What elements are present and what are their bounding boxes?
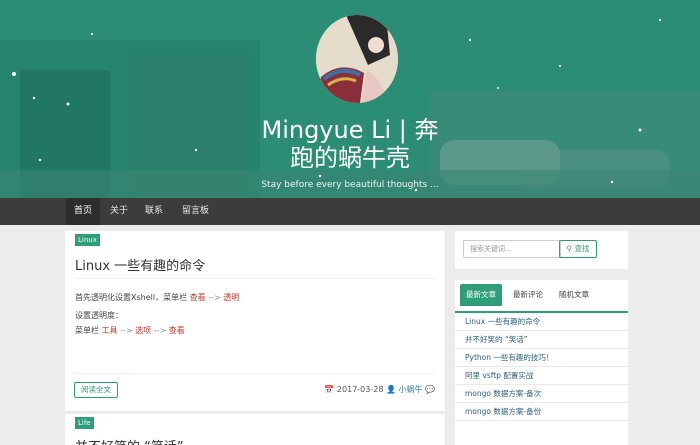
list-item[interactable]: 并不好笑的 “笑话” <box>455 331 628 349</box>
nav-item-home[interactable]: 首页 <box>66 198 101 225</box>
site-subtitle: Stay before every beautiful thoughts ... <box>261 180 439 190</box>
post-category-tag[interactable]: Linux <box>75 234 100 246</box>
excerpt-highlight: 透明 <box>223 293 240 302</box>
list-item[interactable]: mongo 数据方案-备份 <box>455 403 628 421</box>
post-card: Linux Linux 一些有趣的命令 首先透明化设置Xshell，菜单栏 查看… <box>65 231 445 411</box>
footer-divider <box>75 373 435 374</box>
list-item[interactable]: Linux 一些有趣的命令 <box>455 313 628 331</box>
search-button[interactable]: ⚲ 查找 <box>559 240 597 258</box>
excerpt-highlight: 选项 <box>135 326 152 335</box>
post-card-2: Life 并不好笑的 “笑话” <box>65 414 445 445</box>
list-item[interactable]: 阿里 vsftp 配置实战 <box>455 367 628 385</box>
site-header: Mingyue Li | 奔 跑的蜗牛壳 Stay before every b… <box>0 0 700 198</box>
excerpt-highlight: 查看 <box>189 293 206 302</box>
read-more-button[interactable]: 阅读全文 <box>74 382 118 398</box>
post-excerpt-line-1: 首先透明化设置Xshell，菜单栏 查看 --> 透明 <box>75 292 239 303</box>
nav-item-contact[interactable]: 联系 <box>137 198 171 225</box>
tab-random-posts[interactable]: 随机文章 <box>553 284 595 306</box>
post-excerpt-line-3: 菜单栏 工具 --> 选项 --> 查看 <box>75 325 185 336</box>
search-button-label: 查找 <box>574 244 590 253</box>
recent-posts-list: Linux 一些有趣的命令 并不好笑的 “笑话” Python 一些有趣的技巧！… <box>455 313 628 421</box>
excerpt-arrow: --> <box>153 326 167 335</box>
site-title-line-1: Mingyue Li | 奔 <box>261 116 439 144</box>
main-nav: 首页 关于 联系 留言板 <box>0 198 700 225</box>
user-icon: 👤 <box>385 385 396 394</box>
site-title-line-2: 跑的蜗牛壳 <box>290 144 410 172</box>
excerpt-highlight: 查看 <box>168 326 185 335</box>
search-input[interactable]: 搜索关键词... <box>463 240 561 258</box>
tab-latest-comments[interactable]: 最新评论 <box>507 284 549 306</box>
post-title[interactable]: Linux 一些有趣的命令 <box>75 255 205 274</box>
excerpt-text: 首先透明化设置Xshell，菜单栏 <box>75 293 188 302</box>
post-category-tag[interactable]: Life <box>75 417 94 429</box>
title-divider <box>75 278 435 279</box>
nav-item-about[interactable]: 关于 <box>102 198 136 225</box>
search-icon: ⚲ <box>566 244 573 253</box>
post-date: 2017-03-28 <box>336 385 384 394</box>
post-meta: 📅 2017-03-28 👤 小蜗牛 💬 <box>324 384 435 395</box>
tab-latest-posts[interactable]: 最新文章 <box>460 284 502 306</box>
nav-item-guestbook[interactable]: 留言板 <box>174 198 217 225</box>
excerpt-arrow: --> <box>120 326 133 335</box>
site-title[interactable]: Mingyue Li | 奔 跑的蜗牛壳 <box>200 116 500 172</box>
search-widget: 搜索关键词... ⚲ 查找 <box>455 231 628 269</box>
excerpt-arrow: --> <box>208 293 221 302</box>
list-item[interactable]: mongo 数据方案-备次 <box>455 385 628 403</box>
post-excerpt-line-2: 设置透明度： <box>75 311 123 320</box>
calendar-icon: 📅 <box>324 385 335 394</box>
sidebar-tabs-widget: 最新文章 最新评论 随机文章 Linux 一些有趣的命令 并不好笑的 “笑话” … <box>455 280 628 445</box>
post-author[interactable]: 小蜗牛 <box>398 385 422 394</box>
avatar[interactable] <box>316 15 398 103</box>
excerpt-text: 菜单栏 <box>75 326 99 335</box>
list-item[interactable]: Python 一些有趣的技巧！ <box>455 349 628 367</box>
comment-icon[interactable]: 💬 <box>425 385 435 394</box>
excerpt-highlight: 工具 <box>101 326 118 335</box>
post-title[interactable]: 并不好笑的 “笑话” <box>75 436 184 445</box>
